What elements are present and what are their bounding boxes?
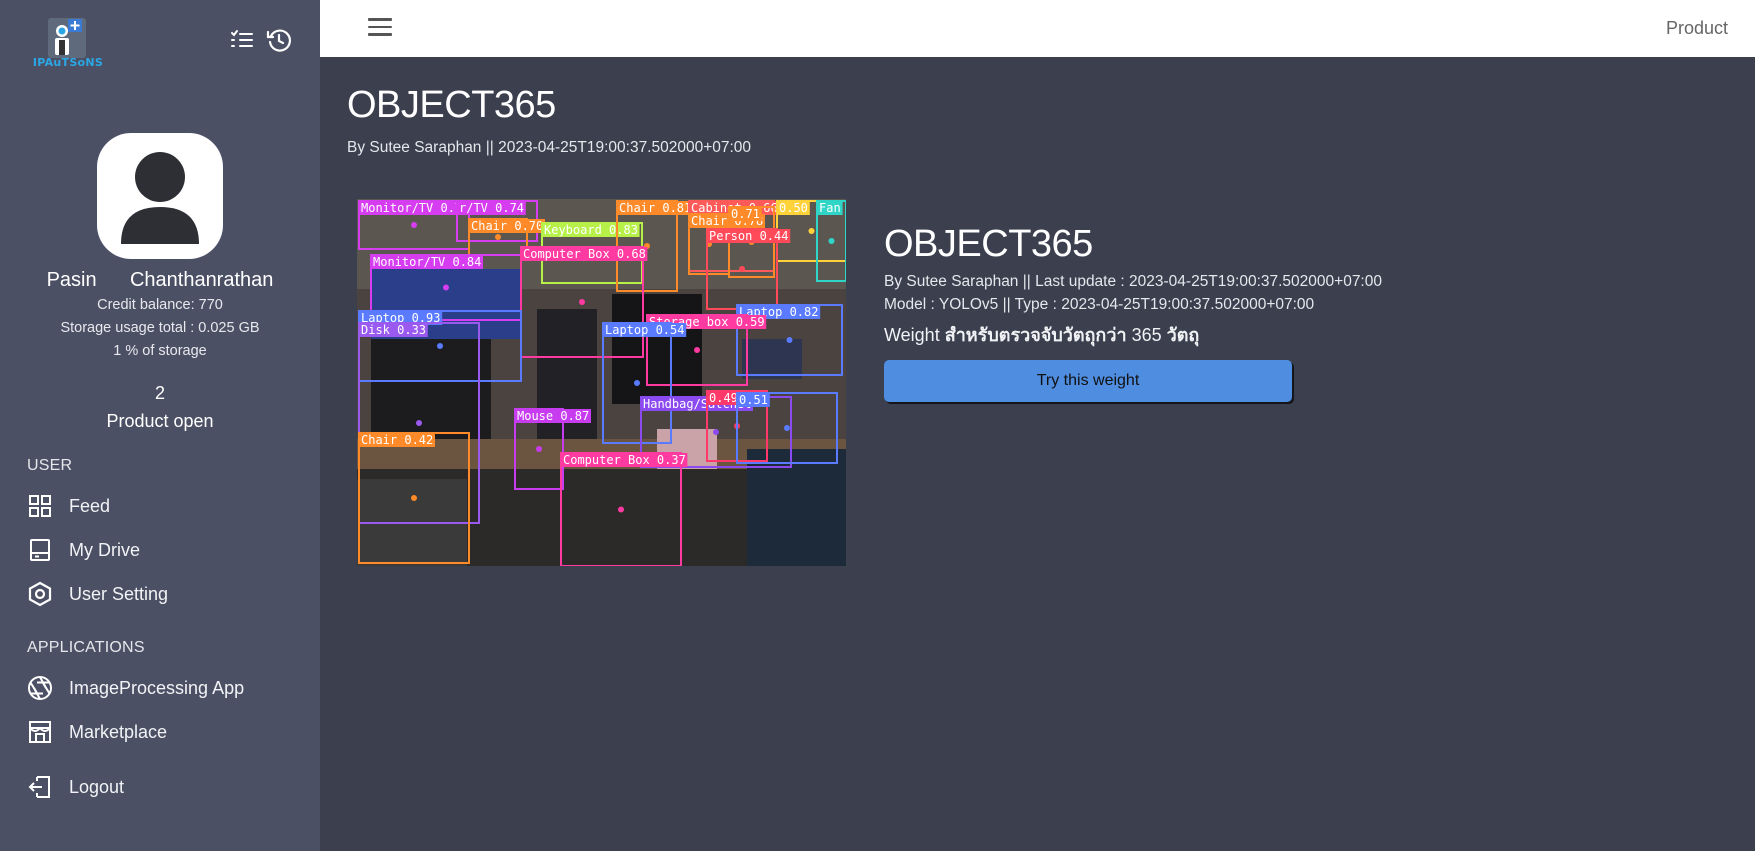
detection-center-dot xyxy=(713,429,719,435)
detection-center-dot xyxy=(416,420,422,426)
sidebar: IPAuTSoNS Pasin Chanthanrathan Credit ba… xyxy=(0,0,320,851)
detection-label: Person 0.44 xyxy=(709,229,788,243)
storage-percent: 1 % of storage xyxy=(113,343,207,359)
checklist-icon[interactable] xyxy=(229,27,255,53)
weight-thai-text: สำหรับตรวจจับวัตถุกว่า xyxy=(944,325,1132,345)
product-count: 2 xyxy=(154,383,165,403)
nav-my-drive-label: My Drive xyxy=(69,539,140,560)
detection-center-dot xyxy=(411,222,417,228)
settings-hexagon-icon xyxy=(27,581,53,607)
detection-label: Laptop 0.54 xyxy=(605,323,684,337)
logo-mark xyxy=(48,18,86,58)
section-user: USER xyxy=(27,457,73,474)
detection-center-dot xyxy=(784,425,790,431)
detection-center-dot xyxy=(808,228,815,234)
detection-center-dot xyxy=(495,234,501,240)
detection-center-dot xyxy=(786,337,793,343)
detection-label: r/TV 0.74 xyxy=(459,201,524,215)
nav-logout-label: Logout xyxy=(69,776,125,797)
nav-user-setting[interactable]: User Setting xyxy=(27,578,297,610)
detection-label: Chair 0.70 xyxy=(471,219,543,233)
detection-center-dot xyxy=(411,495,417,501)
app-logo[interactable]: IPAuTSoNS xyxy=(32,16,104,72)
aperture-icon xyxy=(27,675,53,701)
detection-center-dot xyxy=(828,238,835,244)
detection-center-dot xyxy=(618,506,624,513)
detection-center-dot xyxy=(437,343,443,349)
detection-result-image: Monitor/TV 0.77 r/TV 0.74 Chair 0.70 Keyboa… xyxy=(357,199,846,566)
credit-balance: Credit balance: 770 xyxy=(97,297,223,313)
detection-label: Fan xyxy=(819,201,841,215)
top-bar-title: Product xyxy=(1665,18,1728,38)
detection-label: Chair 0.81 xyxy=(619,201,691,215)
nav-imageprocessing-label: ImageProcessing App xyxy=(69,677,245,698)
detection-label: Computer Box 0.68 xyxy=(523,247,646,261)
product-open-label: Product open xyxy=(106,411,214,431)
weight-description: Weight สำหรับตรวจจับวัตถุกว่า 365 วัตถุ xyxy=(884,320,1199,349)
logout-icon xyxy=(27,774,53,800)
detection-label: 0.51 xyxy=(739,393,768,407)
top-bar: Product xyxy=(320,0,1755,57)
weight-thai-suffix: วัตถุ xyxy=(1161,325,1200,345)
detection-label: Monitor/TV 0.84 xyxy=(373,255,481,269)
detection-center-dot xyxy=(443,284,449,291)
page-title: OBJECT365 xyxy=(347,84,556,126)
detail-model-line: Model : YOLOv5 || Type : 2023-04-25T19:0… xyxy=(884,296,1315,313)
detection-center-dot xyxy=(634,380,640,386)
logo-text: IPAuTSoNS xyxy=(32,56,104,69)
avatar[interactable] xyxy=(97,133,223,259)
nav-logout[interactable]: Logout xyxy=(27,771,297,803)
storage-usage: Storage usage total : 0.025 GB xyxy=(60,320,260,336)
detection-label: Chair 0.42 xyxy=(361,433,433,447)
detection-center-dot xyxy=(536,446,542,452)
detection-center-dot xyxy=(579,299,585,305)
detection-label: 0.50 xyxy=(779,201,808,215)
try-weight-button[interactable]: Try this weight xyxy=(884,360,1292,402)
nav-feed[interactable]: Feed xyxy=(27,490,297,522)
weight-number: 365 xyxy=(1131,325,1162,345)
user-name: Pasin Chanthanrathan xyxy=(46,269,274,291)
detection-center-dot xyxy=(694,347,700,353)
weight-prefix: Weight xyxy=(884,325,945,345)
detection-label: Monitor/TV 0.77 xyxy=(361,201,469,215)
grid-icon xyxy=(27,493,53,519)
history-icon[interactable] xyxy=(266,27,292,53)
hamburger-menu-icon[interactable] xyxy=(368,18,392,38)
detection-label: Disk 0.33 xyxy=(361,323,426,337)
detection-label: Keyboard 0.83 xyxy=(544,223,638,237)
page-subtitle: By Sutee Saraphan || 2023-04-25T19:00:37… xyxy=(347,139,752,156)
nav-marketplace-label: Marketplace xyxy=(69,721,168,742)
detection-label: 0.71 xyxy=(731,207,760,221)
nav-marketplace[interactable]: Marketplace xyxy=(27,716,297,748)
nav-feed-label: Feed xyxy=(69,495,111,516)
nav-imageprocessing-app[interactable]: ImageProcessing App xyxy=(27,672,297,704)
section-applications: APPLICATIONS xyxy=(27,639,145,656)
detection-label: Computer Box 0.37 xyxy=(563,453,686,467)
detail-author-line: By Sutee Saraphan || Last update : 2023-… xyxy=(884,273,1382,290)
store-icon xyxy=(27,719,53,745)
detection-label: 0.49 xyxy=(709,391,738,405)
detail-title: OBJECT365 xyxy=(884,223,1093,265)
detection-center-dot xyxy=(739,266,745,272)
nav-user-setting-label: User Setting xyxy=(69,583,169,604)
drive-icon xyxy=(27,537,53,563)
detection-label: Mouse 0.87 xyxy=(517,409,589,423)
nav-my-drive[interactable]: My Drive xyxy=(27,534,297,566)
